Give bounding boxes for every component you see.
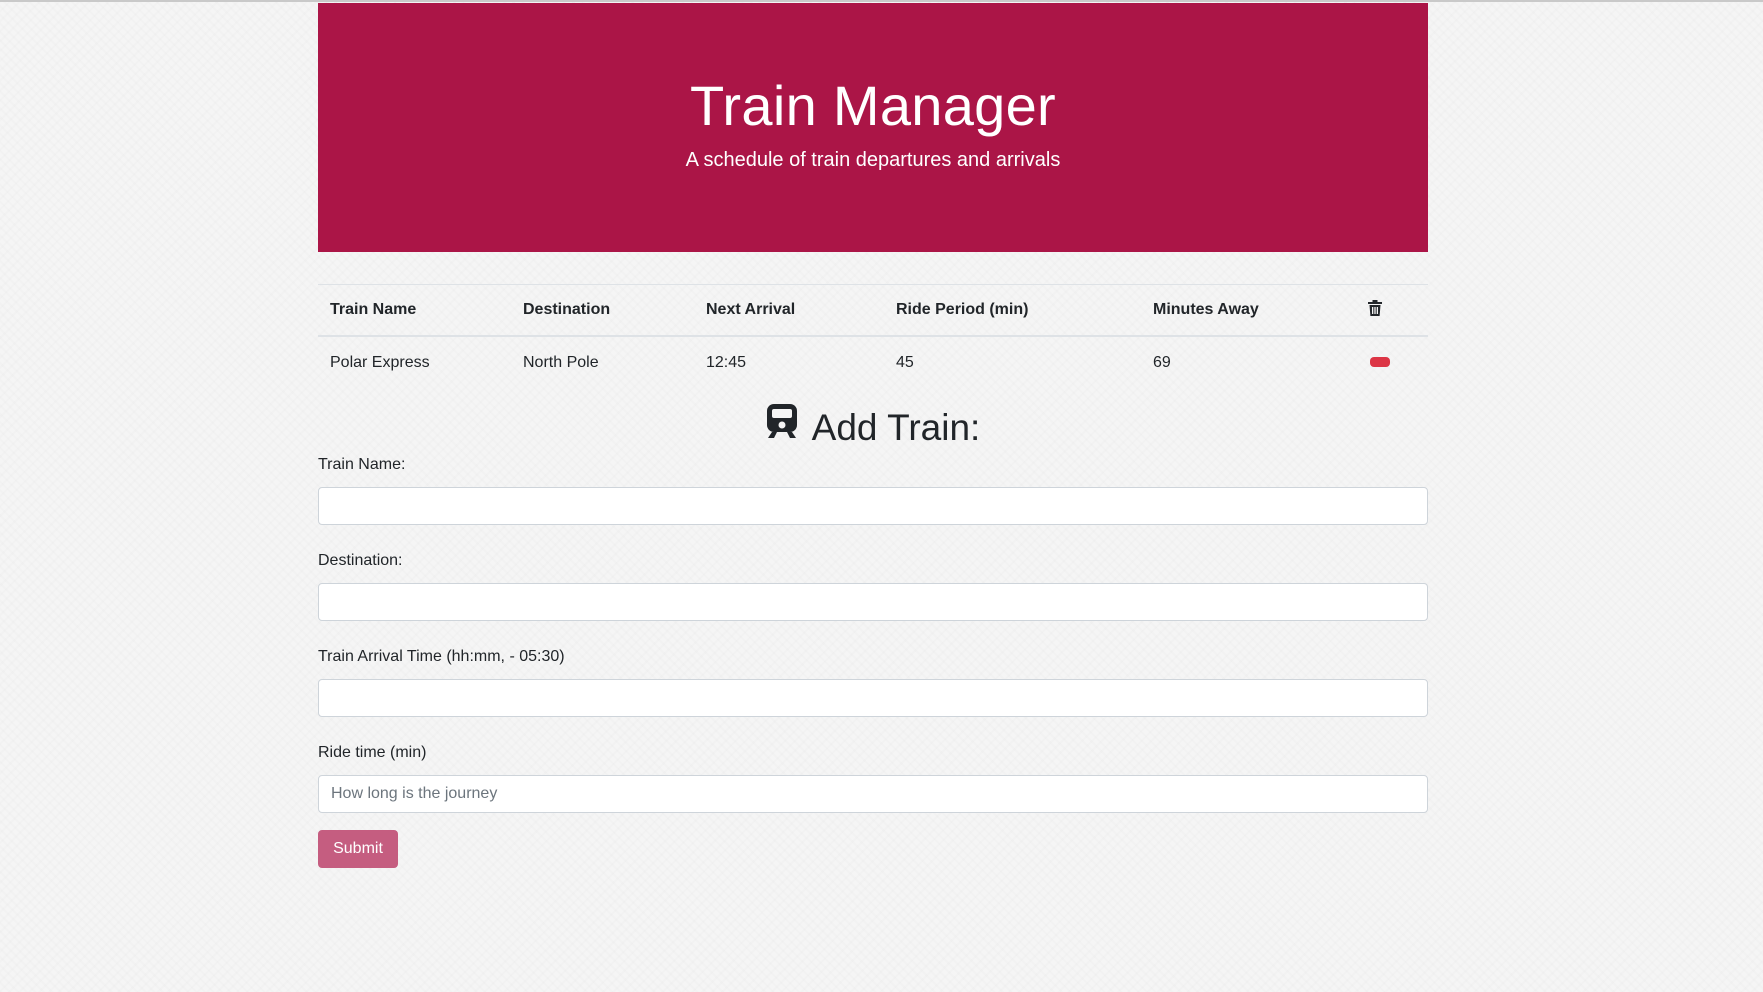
- destination-label: Destination:: [318, 552, 403, 569]
- column-header-delete: [1356, 285, 1428, 337]
- page-title: Train Manager: [690, 74, 1056, 137]
- ride-time-group: Ride time (min): [318, 741, 1428, 813]
- delete-train-button[interactable]: [1370, 357, 1390, 368]
- cell-minutes-away: 69: [1153, 353, 1171, 371]
- cell-ride-period: 45: [896, 353, 914, 371]
- table-row: Polar Express North Pole 12:45 45 69: [318, 336, 1428, 388]
- arrival-time-input[interactable]: [318, 679, 1428, 717]
- train-schedule-table: Train Name Destination Next Arrival Ride…: [318, 284, 1428, 388]
- arrival-time-label: Train Arrival Time (hh:mm, - 05:30): [318, 648, 565, 665]
- train-icon: [766, 401, 798, 451]
- add-train-title: Add Train:: [811, 407, 981, 448]
- column-header-minutes-away: Minutes Away: [1153, 301, 1259, 318]
- column-header-destination: Destination: [523, 301, 611, 318]
- add-train-form: Train Name: Destination: Train Arrival T…: [318, 453, 1428, 868]
- header-banner: Train Manager A schedule of train depart…: [318, 3, 1428, 252]
- train-name-input[interactable]: [318, 487, 1428, 525]
- train-name-label: Train Name:: [318, 456, 406, 473]
- arrival-time-group: Train Arrival Time (hh:mm, - 05:30): [318, 645, 1428, 717]
- add-train-heading: Add Train:: [318, 403, 1428, 453]
- page-subtitle: A schedule of train departures and arriv…: [685, 149, 1061, 171]
- cell-delete: [1356, 336, 1428, 388]
- ride-time-label: Ride time (min): [318, 744, 427, 761]
- ride-time-input[interactable]: [318, 775, 1428, 813]
- cell-next-arrival: 12:45: [706, 353, 747, 371]
- submit-button[interactable]: Submit: [318, 830, 398, 868]
- column-header-train-name: Train Name: [330, 301, 417, 318]
- cell-destination: North Pole: [523, 353, 599, 371]
- main-container: Train Manager A schedule of train depart…: [318, 3, 1428, 868]
- train-name-group: Train Name:: [318, 453, 1428, 525]
- trash-icon: [1368, 299, 1382, 321]
- column-header-next-arrival: Next Arrival: [706, 301, 796, 318]
- table-header-row: Train Name Destination Next Arrival Ride…: [318, 284, 1428, 337]
- browser-top-border: [0, 0, 1763, 2]
- cell-train-name: Polar Express: [330, 353, 430, 371]
- destination-group: Destination:: [318, 549, 1428, 621]
- destination-input[interactable]: [318, 583, 1428, 621]
- column-header-ride-period: Ride Period (min): [896, 301, 1029, 318]
